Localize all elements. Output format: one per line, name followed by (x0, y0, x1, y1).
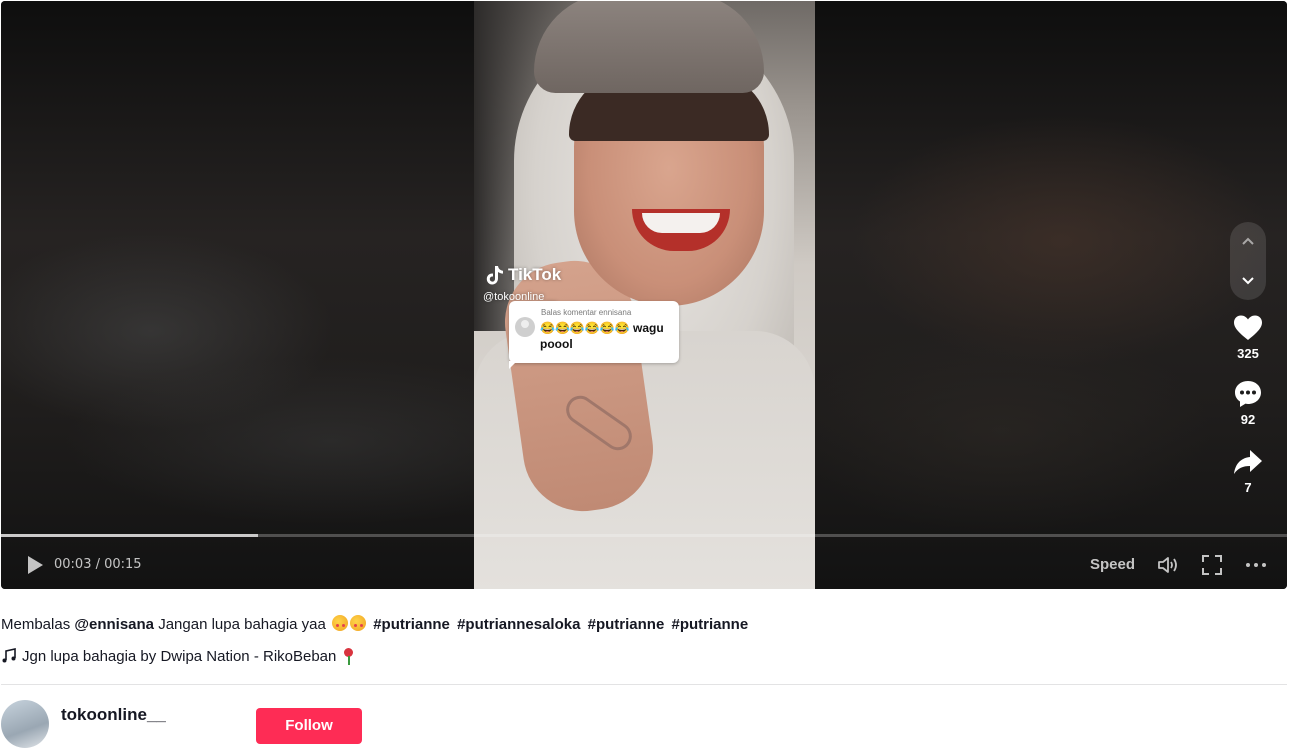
video-player[interactable]: TikTok @tokoonline__ Balas komentar enni… (1, 1, 1287, 589)
cap-shape (534, 1, 764, 93)
fullscreen-button[interactable] (1200, 553, 1224, 577)
hashtag-link[interactable]: #putrianne (373, 616, 450, 633)
rose-emoji-icon (341, 647, 355, 665)
like-count: 325 (1237, 346, 1259, 361)
play-button[interactable] (25, 555, 45, 575)
heart-icon (1234, 315, 1262, 340)
comment-count: 92 (1240, 412, 1256, 427)
like-action: 325 (1223, 312, 1273, 361)
video-navigation (1230, 222, 1266, 300)
smiling-hearts-emoji-icon (350, 615, 367, 631)
speed-button[interactable]: Speed (1090, 556, 1135, 573)
chevron-up-icon (1242, 237, 1254, 245)
more-icon (1246, 563, 1266, 567)
share-icon (1234, 450, 1262, 474)
progress-fill (1, 534, 259, 537)
hashtag-link[interactable]: #putriannesaloka (457, 616, 580, 633)
music-note-icon (2, 648, 16, 663)
play-icon (28, 556, 43, 574)
share-button[interactable] (1232, 446, 1264, 478)
like-button[interactable] (1232, 312, 1264, 344)
share-action: 7 (1223, 446, 1273, 495)
comment-icon (1235, 381, 1261, 407)
video-description: Membalas @ennisana Jangan lupa bahagia y… (1, 615, 748, 633)
comment-button[interactable] (1232, 378, 1264, 410)
tiktok-watermark: TikTok (486, 265, 561, 285)
volume-icon (1158, 557, 1177, 573)
follow-button[interactable]: Follow (256, 708, 362, 744)
tiktok-logo-icon (486, 266, 503, 285)
next-video-button[interactable] (1236, 268, 1260, 292)
description-prefix: Membalas (1, 616, 71, 633)
mention-link[interactable]: @ennisana (74, 616, 154, 633)
music-link[interactable]: Jgn lupa bahagia by Dwipa Nation - RikoB… (1, 647, 355, 665)
reply-text: 😂😂😂😂😂😂 wagu poool (540, 321, 664, 351)
author-username[interactable]: tokoonline__ (61, 705, 166, 725)
previous-video-button[interactable] (1236, 230, 1260, 254)
reply-avatar (515, 317, 535, 337)
more-options-button[interactable] (1244, 553, 1268, 577)
video-frame[interactable]: TikTok @tokoonline__ Balas komentar enni… (474, 1, 815, 589)
share-count: 7 (1244, 480, 1252, 495)
chevron-down-icon (1242, 277, 1254, 285)
reply-comment-sticker: Balas komentar ennisana 😂😂😂😂😂😂 wagu pooo… (509, 301, 679, 369)
hashtag-link[interactable]: #putrianne (588, 616, 665, 633)
smiling-hearts-emoji-icon (332, 615, 349, 631)
progress-bar[interactable] (1, 534, 1287, 537)
teeth-shape (642, 213, 720, 233)
tiktok-brand-text: TikTok (508, 265, 562, 284)
time-display: 00:03 / 00:15 (54, 557, 142, 572)
hashtag-link[interactable]: #putrianne (671, 616, 748, 633)
volume-button[interactable] (1156, 553, 1180, 577)
reply-label: Balas komentar ennisana (541, 308, 632, 317)
description-text: Jangan lupa bahagia yaa (158, 616, 326, 633)
fullscreen-icon (1202, 555, 1222, 575)
divider (1, 684, 1287, 685)
music-title: Jgn lupa bahagia by Dwipa Nation - RikoB… (22, 647, 337, 665)
reply-tail (509, 361, 517, 369)
comment-action: 92 (1223, 378, 1273, 427)
author-avatar[interactable] (1, 700, 49, 748)
